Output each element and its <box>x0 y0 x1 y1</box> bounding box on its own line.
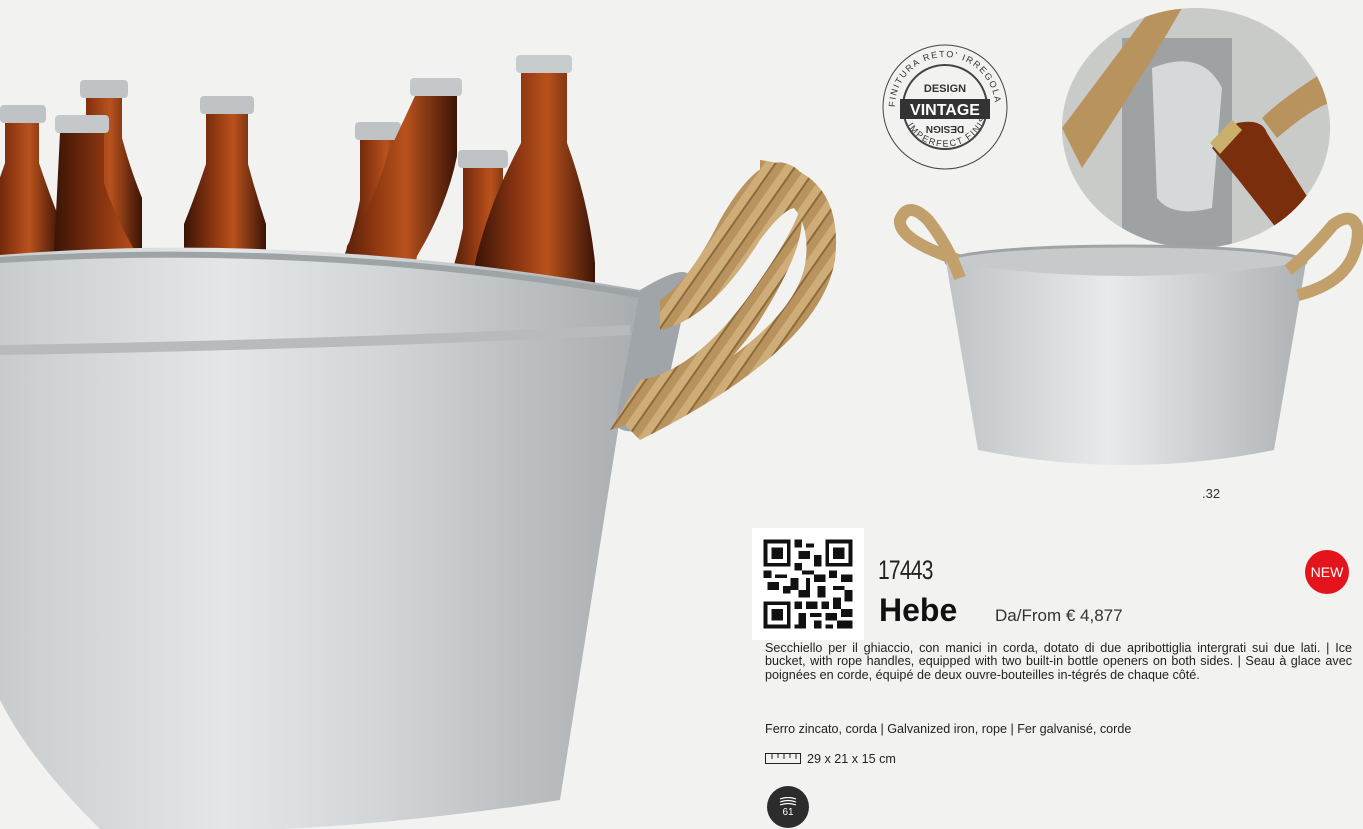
product-material: Ferro zincato, corda | Galvanized iron, … <box>765 722 1132 736</box>
stamp-design-top: DESIGN <box>924 83 966 95</box>
small-bucket-photo <box>894 204 1363 465</box>
page-reference: .32 <box>1202 486 1221 501</box>
product-dimensions: 29 x 21 x 15 cm <box>807 752 896 766</box>
hero-product-photo <box>0 55 837 829</box>
pack-quantity: 61 <box>782 806 794 818</box>
qr-code[interactable] <box>752 528 864 640</box>
vintage-design-stamp: FINITURA RETO' IRREGOLARE IMPERFECT FINI… <box>880 42 1008 170</box>
dimensions-row: 29 x 21 x 15 cm <box>765 752 896 766</box>
product-code: 17443 <box>878 555 933 585</box>
stack-icon <box>779 796 797 806</box>
stamp-vintage: VINTAGE <box>910 102 980 119</box>
product-name: Hebe <box>879 592 958 628</box>
product-description: Secchiello per il ghiaccio, con manici i… <box>765 641 1352 682</box>
ruler-icon <box>765 753 801 764</box>
new-badge: NEW <box>1305 550 1349 594</box>
product-price: Da/From € 4,877 <box>995 606 1123 625</box>
stamp-design-bottom: DESIGN <box>926 123 964 134</box>
pack-quantity-badge: 61 <box>767 786 809 828</box>
